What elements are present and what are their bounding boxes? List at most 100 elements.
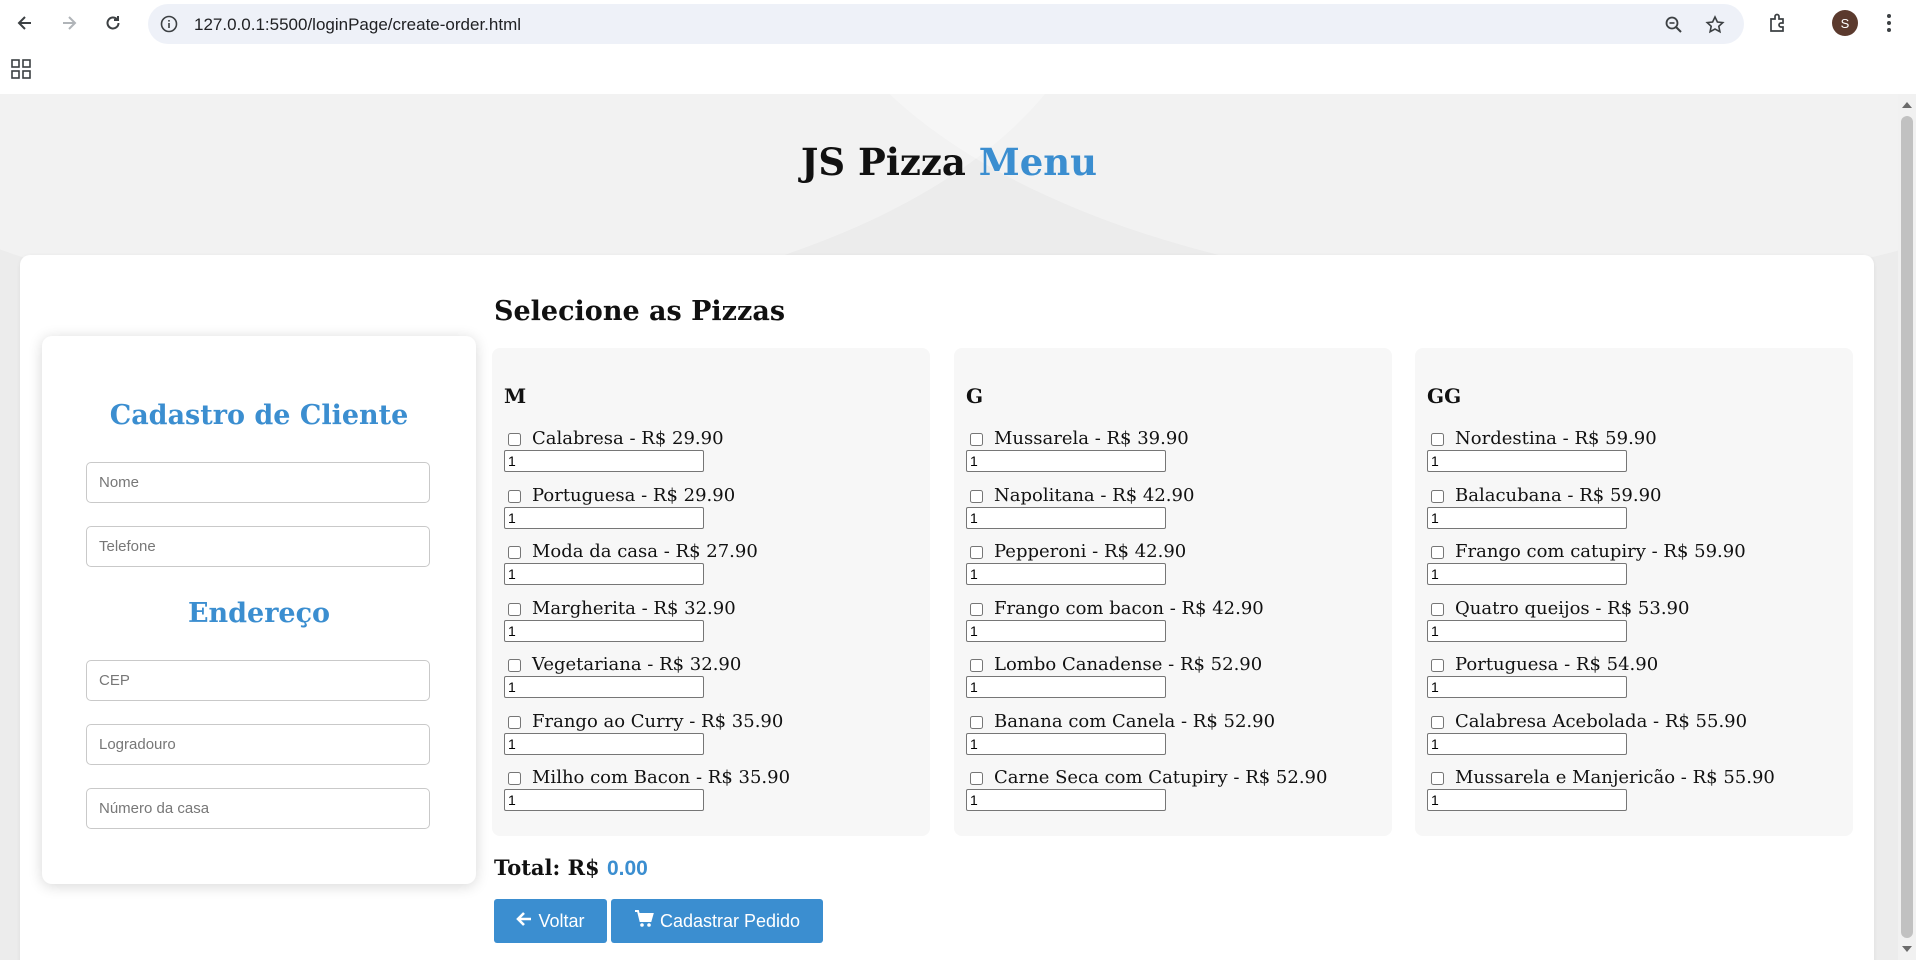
pizza-checkbox[interactable]: [1431, 772, 1444, 785]
pizza-checkbox[interactable]: [508, 659, 521, 672]
pizza-checkbox[interactable]: [970, 433, 983, 446]
quantity-input[interactable]: [1427, 620, 1627, 642]
zoom-icon[interactable]: [1662, 13, 1686, 37]
browser-toolbar: 127.0.0.1:5500/loginPage/create-order.ht…: [0, 0, 1916, 46]
pizza-checkbox[interactable]: [970, 490, 983, 503]
page-title: JS Pizza Menu: [0, 140, 1898, 184]
pizza-label: Napolitana - R$ 42.90: [994, 485, 1195, 506]
client-form-card: Cadastro de Cliente Endereço: [42, 336, 476, 884]
pizza-item: Frango com catupiry - R$ 59.90: [1427, 541, 1847, 593]
house-number-input[interactable]: [86, 788, 430, 829]
scroll-down-icon[interactable]: [1902, 946, 1912, 952]
pizza-checkbox[interactable]: [970, 546, 983, 559]
back-arrow-icon[interactable]: [10, 8, 40, 38]
quantity-input[interactable]: [1427, 507, 1627, 529]
order-total: Total: R$ 0.00: [494, 855, 648, 881]
pizza-label: Vegetariana - R$ 32.90: [532, 654, 742, 675]
pizza-checkbox[interactable]: [508, 433, 521, 446]
quantity-input[interactable]: [966, 507, 1166, 529]
extensions-icon[interactable]: [1765, 10, 1791, 36]
pizza-item: Margherita - R$ 32.90: [504, 598, 924, 650]
quantity-input[interactable]: [504, 507, 704, 529]
site-info-icon[interactable]: [158, 13, 180, 35]
scroll-thumb[interactable]: [1901, 116, 1913, 938]
pizza-checkbox[interactable]: [970, 716, 983, 729]
pizza-label: Mussarela e Manjericão - R$ 55.90: [1455, 767, 1775, 788]
submit-order-label: Cadastrar Pedido: [659, 910, 801, 931]
name-input[interactable]: [86, 462, 430, 503]
quantity-input[interactable]: [966, 620, 1166, 642]
pizza-label: Frango com bacon - R$ 42.90: [994, 598, 1264, 619]
pizza-checkbox[interactable]: [970, 659, 983, 672]
cep-input[interactable]: [86, 660, 430, 701]
quantity-input[interactable]: [504, 789, 704, 811]
address-bar[interactable]: 127.0.0.1:5500/loginPage/create-order.ht…: [148, 4, 1744, 44]
pizza-checkbox[interactable]: [508, 603, 521, 616]
bookmarks-bar: [0, 46, 1916, 94]
total-label: Total: R$: [494, 855, 600, 880]
pizza-checkbox[interactable]: [970, 772, 983, 785]
page-title-main: JS Pizza: [800, 140, 966, 184]
pizza-item: Calabresa - R$ 29.90: [504, 428, 924, 480]
star-bookmark-icon[interactable]: [1703, 13, 1727, 37]
pizza-checkbox[interactable]: [508, 546, 521, 559]
more-menu-icon[interactable]: [1876, 10, 1902, 36]
pizza-checkbox[interactable]: [1431, 716, 1444, 729]
pizza-checkbox[interactable]: [1431, 433, 1444, 446]
pizza-item: Mussarela - R$ 39.90: [966, 428, 1386, 480]
pizza-item: Calabresa Acebolada - R$ 55.90: [1427, 711, 1847, 763]
pizza-label: Quatro queijos - R$ 53.90: [1455, 598, 1690, 619]
quantity-input[interactable]: [1427, 789, 1627, 811]
pizza-label: Calabresa Acebolada - R$ 55.90: [1455, 711, 1748, 732]
pizza-checkbox[interactable]: [508, 490, 521, 503]
pizza-label: Portuguesa - R$ 54.90: [1455, 654, 1659, 675]
pizza-label: Banana com Canela - R$ 52.90: [994, 711, 1276, 732]
pizza-checkbox[interactable]: [1431, 546, 1444, 559]
size-column-g: G Mussarela - R$ 39.90 Napolitana - R$ 4…: [954, 348, 1392, 836]
quantity-input[interactable]: [1427, 676, 1627, 698]
pizza-item: Frango com bacon - R$ 42.90: [966, 598, 1386, 650]
pizza-section-title: Selecione as Pizzas: [494, 296, 786, 327]
quantity-input[interactable]: [504, 450, 704, 472]
street-input[interactable]: [86, 724, 430, 765]
pizza-checkbox[interactable]: [1431, 659, 1444, 672]
quantity-input[interactable]: [1427, 563, 1627, 585]
pizza-item: Frango ao Curry - R$ 35.90: [504, 711, 924, 763]
pizza-checkbox[interactable]: [508, 772, 521, 785]
pizza-item: Pepperoni - R$ 42.90: [966, 541, 1386, 593]
pizza-item: Napolitana - R$ 42.90: [966, 485, 1386, 537]
pizza-item: Carne Seca com Catupiry - R$ 52.90: [966, 767, 1386, 819]
pizza-checkbox[interactable]: [1431, 490, 1444, 503]
forward-arrow-icon[interactable]: [54, 8, 84, 38]
scroll-up-icon[interactable]: [1902, 102, 1912, 108]
profile-avatar[interactable]: S: [1832, 10, 1858, 36]
submit-order-button[interactable]: Cadastrar Pedido: [611, 899, 823, 943]
quantity-input[interactable]: [966, 676, 1166, 698]
pizza-label: Balacubana - R$ 59.90: [1455, 485, 1662, 506]
pizza-label: Mussarela - R$ 39.90: [994, 428, 1189, 449]
address-heading: Endereço: [187, 598, 331, 629]
page-scrollbar[interactable]: [1898, 94, 1916, 960]
quantity-input[interactable]: [966, 450, 1166, 472]
quantity-input[interactable]: [504, 563, 704, 585]
phone-input[interactable]: [86, 526, 430, 567]
size-heading: GG: [1427, 384, 1462, 408]
back-button[interactable]: Voltar: [494, 899, 607, 943]
quantity-input[interactable]: [966, 733, 1166, 755]
pizza-item: Vegetariana - R$ 32.90: [504, 654, 924, 706]
quantity-input[interactable]: [1427, 450, 1627, 472]
pizza-checkbox[interactable]: [508, 716, 521, 729]
quantity-input[interactable]: [504, 733, 704, 755]
pizza-label: Lombo Canadense - R$ 52.90: [994, 654, 1263, 675]
pizza-label: Nordestina - R$ 59.90: [1455, 428, 1657, 449]
reload-icon[interactable]: [98, 8, 128, 38]
quantity-input[interactable]: [966, 789, 1166, 811]
apps-grid-icon[interactable]: [10, 58, 32, 80]
quantity-input[interactable]: [1427, 733, 1627, 755]
quantity-input[interactable]: [966, 563, 1166, 585]
back-button-label: Voltar: [538, 910, 585, 931]
pizza-checkbox[interactable]: [1431, 603, 1444, 616]
quantity-input[interactable]: [504, 676, 704, 698]
pizza-checkbox[interactable]: [970, 603, 983, 616]
quantity-input[interactable]: [504, 620, 704, 642]
